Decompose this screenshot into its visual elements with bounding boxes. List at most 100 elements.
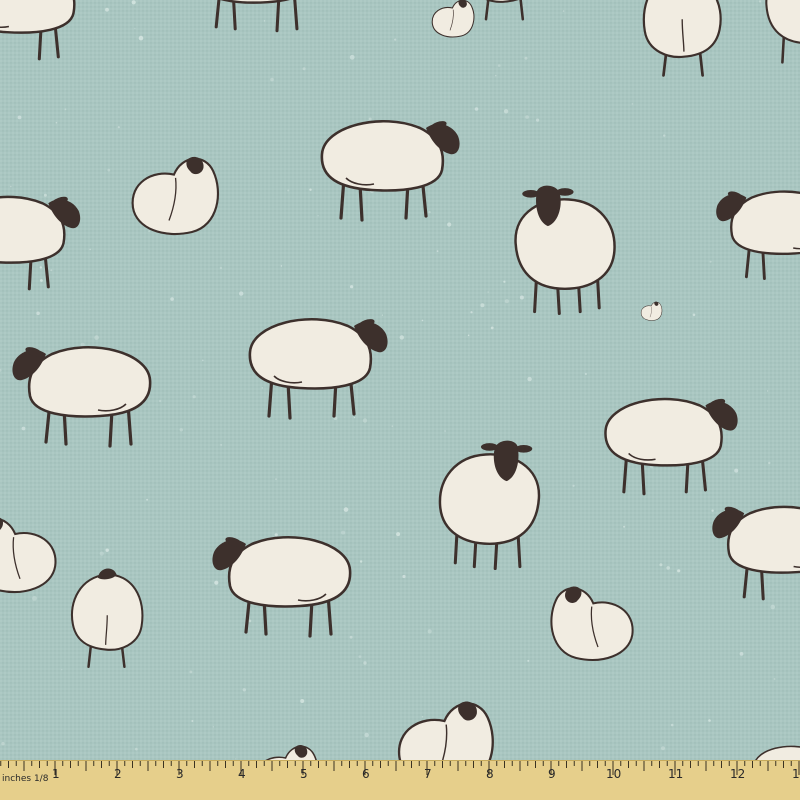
speckle <box>503 280 506 283</box>
speckle <box>21 426 26 431</box>
speckle <box>391 425 394 428</box>
speckle <box>359 560 363 563</box>
speckle <box>263 20 266 22</box>
speckle <box>631 103 634 105</box>
speckle <box>490 326 494 330</box>
speckle <box>666 566 670 570</box>
speckle <box>343 507 349 512</box>
speckle <box>525 115 529 119</box>
speckle <box>363 661 367 665</box>
speckle <box>368 117 372 121</box>
speckle <box>287 189 290 192</box>
speckle <box>134 27 136 30</box>
fabric-pattern <box>0 0 800 760</box>
ruler-number: 1 <box>52 767 60 781</box>
speckle <box>353 384 356 386</box>
speckle <box>522 5 525 7</box>
ruler-number: 8 <box>486 767 494 781</box>
speckle <box>248 619 252 623</box>
speckle <box>739 652 744 656</box>
speckle <box>191 720 194 722</box>
speckle <box>138 35 144 41</box>
speckle <box>32 596 37 601</box>
speckle <box>50 269 53 272</box>
speckle <box>519 295 524 300</box>
speckle <box>421 716 424 718</box>
speckle <box>504 299 509 304</box>
ruler-number: 12 <box>730 767 746 781</box>
speckle <box>503 109 509 114</box>
speckle <box>427 629 432 634</box>
speckle <box>663 134 666 137</box>
speckle <box>447 222 452 227</box>
speckle <box>189 670 193 674</box>
speckle <box>670 723 674 727</box>
speckle <box>280 265 283 267</box>
speckle <box>309 188 312 191</box>
speckle <box>766 390 769 392</box>
speckle <box>220 444 222 446</box>
speckle <box>773 678 776 680</box>
speckle <box>10 185 12 188</box>
speckle <box>677 569 681 573</box>
speckle <box>242 688 246 692</box>
speckle <box>349 635 353 639</box>
ruler-unit-label: inches 1/8 <box>2 774 49 784</box>
speckle <box>758 0 762 3</box>
speckle <box>524 56 528 60</box>
speckle <box>349 54 355 60</box>
speckle <box>317 215 319 217</box>
speckle <box>61 668 63 671</box>
speckle <box>692 313 696 317</box>
speckle <box>94 335 99 340</box>
speckle <box>64 108 67 111</box>
speckle <box>421 319 424 322</box>
speckle <box>134 747 138 751</box>
speckle <box>192 395 196 399</box>
speckle <box>470 311 473 314</box>
speckle <box>362 418 368 423</box>
speckle <box>275 478 277 480</box>
speckle <box>536 118 540 122</box>
speckle <box>202 359 204 362</box>
speckle <box>146 498 149 501</box>
speckle <box>497 64 501 67</box>
speckle <box>399 335 404 340</box>
speckle <box>708 719 711 722</box>
speckle <box>1 741 5 746</box>
speckle <box>709 260 712 263</box>
ruler-number: 7 <box>424 767 432 781</box>
speckle <box>261 387 263 389</box>
speckle <box>402 574 406 579</box>
speckle <box>711 509 714 512</box>
speckle <box>170 297 174 301</box>
ruler-number: 10 <box>606 767 622 781</box>
speckle <box>661 746 665 751</box>
speckle <box>436 250 439 253</box>
speckle <box>768 461 771 465</box>
speckle <box>300 699 305 703</box>
speckle <box>274 533 278 537</box>
ruler-number: 4 <box>238 767 246 781</box>
speckle <box>474 107 479 111</box>
speckle <box>302 67 306 71</box>
speckle <box>734 468 739 473</box>
ruler-number: 3 <box>176 767 184 781</box>
ruler-number: 11 <box>668 767 684 781</box>
speckle <box>39 266 42 269</box>
speckle <box>239 291 244 296</box>
speckle <box>55 121 58 124</box>
fabric-swatch: inches 1/8 1 2 3 4 5 6 7 8 9 10 11 12 1 <box>0 0 800 800</box>
ruler-number: 2 <box>114 767 122 781</box>
speckle <box>179 428 183 432</box>
speckle <box>770 604 776 610</box>
speckle <box>428 210 431 214</box>
speckle <box>623 525 626 528</box>
ruler-number: 9 <box>548 767 556 781</box>
speckle <box>270 77 274 82</box>
speckle <box>480 303 485 308</box>
speckle <box>364 732 369 738</box>
speckle <box>158 399 162 403</box>
speckle <box>89 248 91 251</box>
ruler-number: 1 <box>792 767 800 781</box>
